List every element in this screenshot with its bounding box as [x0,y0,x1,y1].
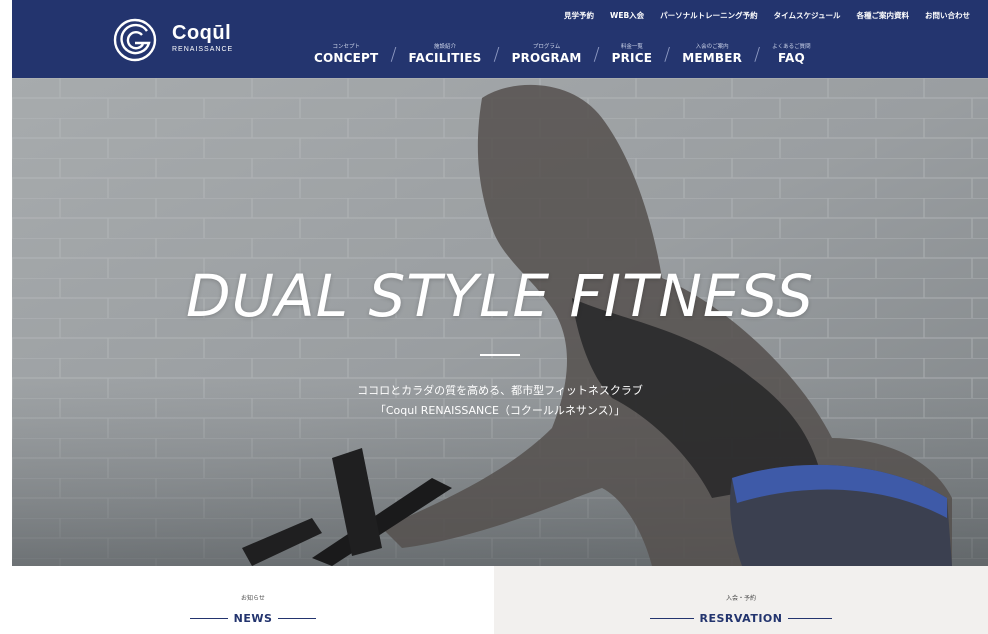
heading-rule-right [278,618,317,619]
reservation-heading-en: RESRVATION [699,612,783,625]
utility-bar: 見学予約 WEB入会 パーソナルトレーニング予約 タイムスケジュール 各種ご案内… [290,0,988,30]
news-heading-jp: お知らせ [241,595,265,602]
logo-icon [113,18,157,62]
nav-price-jp: 料金一覧 [620,44,643,50]
nav-concept[interactable]: コンセプト CONCEPT [304,30,388,78]
nav-program-en: PROGRAM [511,51,582,65]
hero-tagline: ココロとカラダの質を高める、都市型フィットネスクラブ [357,384,643,397]
reservation-panel[interactable]: 入会・予約 RESRVATION [494,566,988,634]
nav-faq-en: FAQ [777,51,805,65]
heading-rule-right [788,618,833,619]
logo-block[interactable]: Coqūl RENAISSANCE [12,0,290,78]
hero-section: DUAL STYLE FITNESS ココロとカラダの質を高める、都市型フィット… [12,78,988,566]
nav-facilities-jp: 施設紹介 [434,44,457,50]
nav-price-en: PRICE [611,51,653,65]
nav-separator: / [390,43,397,65]
reservation-heading-jp: 入会・予約 [725,595,756,602]
reservation-heading-en-wrap: RESRVATION [649,612,833,625]
hero-brand-line: 「Coqul RENAISSANCE（コクールルネサンス）」 [374,404,626,417]
nav-facilities-en: FACILITIES [408,51,482,65]
news-heading-en-wrap: NEWS [189,612,317,625]
hero-title: DUAL STYLE FITNESS [185,262,815,330]
nav-member-en: MEMBER [682,51,743,65]
main-nav-bar: コンセプト CONCEPT / 施設紹介 FACILITIES / プログラム … [290,30,988,78]
utility-nav: 見学予約 WEB入会 パーソナルトレーニング予約 タイムスケジュール 各種ご案内… [564,0,970,30]
nav-facilities[interactable]: 施設紹介 FACILITIES [399,30,492,78]
nav-member-jp: 入会のご案内 [695,44,729,50]
news-heading: お知らせ NEWS [12,594,494,625]
nav-faq-jp: よくあるご質問 [772,44,811,50]
topnav-web-join-link[interactable]: WEB入会 [610,10,644,21]
nav-member[interactable]: 入会のご案内 MEMBER [672,30,752,78]
nav-concept-en: CONCEPT [314,51,379,65]
nav-price[interactable]: 料金一覧 PRICE [602,30,663,78]
topnav-brochures-link[interactable]: 各種ご案内資料 [857,10,910,21]
nav-faq[interactable]: よくあるご質問 FAQ [762,30,821,78]
nav-separator: / [593,43,600,65]
heading-rule-left [189,618,228,619]
nav-program[interactable]: プログラム PROGRAM [502,30,592,78]
news-panel[interactable]: お知らせ NEWS [12,566,494,634]
main-nav: コンセプト CONCEPT / 施設紹介 FACILITIES / プログラム … [290,30,988,78]
nav-concept-jp: コンセプト [332,44,360,50]
reservation-heading: 入会・予約 RESRVATION [494,594,988,625]
news-heading-en: NEWS [233,612,273,625]
topnav-visit-reservation-link[interactable]: 見学予約 [564,10,594,21]
topnav-contact-link[interactable]: お問い合わせ [925,10,970,21]
nav-separator: / [493,43,500,65]
logo-name: Coqūl [172,22,232,44]
nav-separator: / [664,43,671,65]
site-header: Coqūl RENAISSANCE 見学予約 WEB入会 パーソナルトレーニング… [12,0,988,78]
topnav-timetable-link[interactable]: タイムスケジュール [774,10,841,21]
nav-program-jp: プログラム [532,44,561,50]
topnav-personal-training-link[interactable]: パーソナルトレーニング予約 [660,10,758,21]
logo-subtitle: RENAISSANCE [172,46,234,53]
heading-rule-left [649,618,694,619]
nav-separator: / [754,43,761,65]
logo-wordmark: Coqūl RENAISSANCE [172,22,233,53]
hero-divider [480,354,520,356]
